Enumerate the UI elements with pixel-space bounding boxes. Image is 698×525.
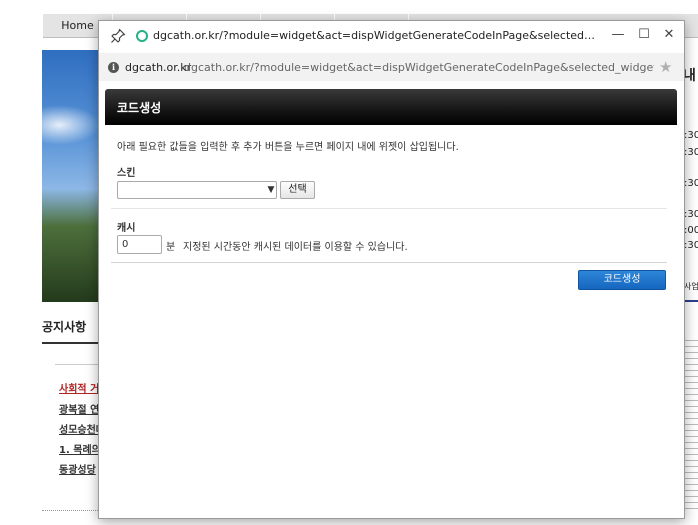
popup-title: dgcath.or.kr/?module=widget&act=dispWidg…: [153, 29, 598, 42]
chevron-down-icon: ▼: [267, 185, 275, 195]
popup-content: 코드생성 아래 필요한 값들을 입력한 후 추가 버튼을 누르면 페이지 내에 …: [99, 81, 684, 518]
site-banner-cloud: [42, 105, 100, 145]
star-icon[interactable]: ★: [659, 58, 672, 76]
schedule-time: :30: [684, 130, 698, 141]
schedule-extra: 사업: [684, 282, 698, 291]
cache-unit: 분: [166, 242, 176, 253]
notice-separator: [55, 364, 98, 365]
address-url[interactable]: dgcath.or.kr/?module=widget&act=dispWidg…: [184, 61, 654, 74]
popup-titlebar[interactable]: dgcath.or.kr/?module=widget&act=dispWidg…: [99, 21, 684, 51]
notice-item[interactable]: 성모승천대: [59, 421, 99, 436]
schedule-time: :00: [684, 225, 698, 236]
popup-window: dgcath.or.kr/?module=widget&act=dispWidg…: [98, 20, 685, 519]
cache-label: 캐시: [117, 223, 136, 234]
cache-description: 지정된 시간동안 캐시된 데이터를 이용할 수 있습니다.: [183, 242, 408, 253]
dialog-description: 아래 필요한 값들을 입력한 후 추가 버튼을 누르면 페이지 내에 위젯이 삽…: [117, 142, 459, 153]
maximize-button[interactable]: ☐: [633, 25, 655, 45]
dialog-title: 코드생성: [117, 101, 162, 115]
minimize-button[interactable]: —: [607, 25, 629, 45]
schedule-time: :30: [684, 240, 698, 251]
info-icon[interactable]: i: [108, 62, 119, 73]
site-banner-image: [42, 50, 100, 302]
cache-input[interactable]: 0: [117, 235, 162, 254]
address-bar[interactable]: i dgcath.or.kr dgcath.or.kr/?module=widg…: [99, 53, 684, 81]
dialog-header: 코드생성: [105, 89, 677, 125]
right-panel-text-lines: [684, 340, 698, 510]
schedule-time: :30: [684, 209, 698, 220]
page-loading-icon: [136, 30, 148, 42]
skin-select-button[interactable]: 선택: [280, 181, 315, 199]
notice-item[interactable]: 사회적 거리: [59, 380, 99, 395]
schedule-time: :30: [684, 147, 698, 158]
schedule-time: :30: [684, 178, 698, 189]
pin-icon[interactable]: [109, 27, 127, 45]
section-divider: [111, 262, 667, 263]
skin-select[interactable]: ▼: [117, 181, 277, 199]
notice-item[interactable]: 동광성당: [59, 461, 99, 476]
notice-item[interactable]: 1. 목례의: [59, 441, 99, 456]
generate-code-button[interactable]: 코드생성: [578, 270, 666, 290]
section-divider: [111, 208, 667, 209]
footer-dotted-line: [42, 510, 102, 511]
notice-divider: [42, 342, 98, 344]
notice-title: 공지사항: [42, 320, 87, 334]
address-domain: dgcath.or.kr: [125, 61, 192, 74]
close-button[interactable]: ✕: [658, 25, 680, 45]
notice-item[interactable]: 광복절 연: [59, 401, 99, 416]
skin-label: 스킨: [117, 168, 136, 179]
